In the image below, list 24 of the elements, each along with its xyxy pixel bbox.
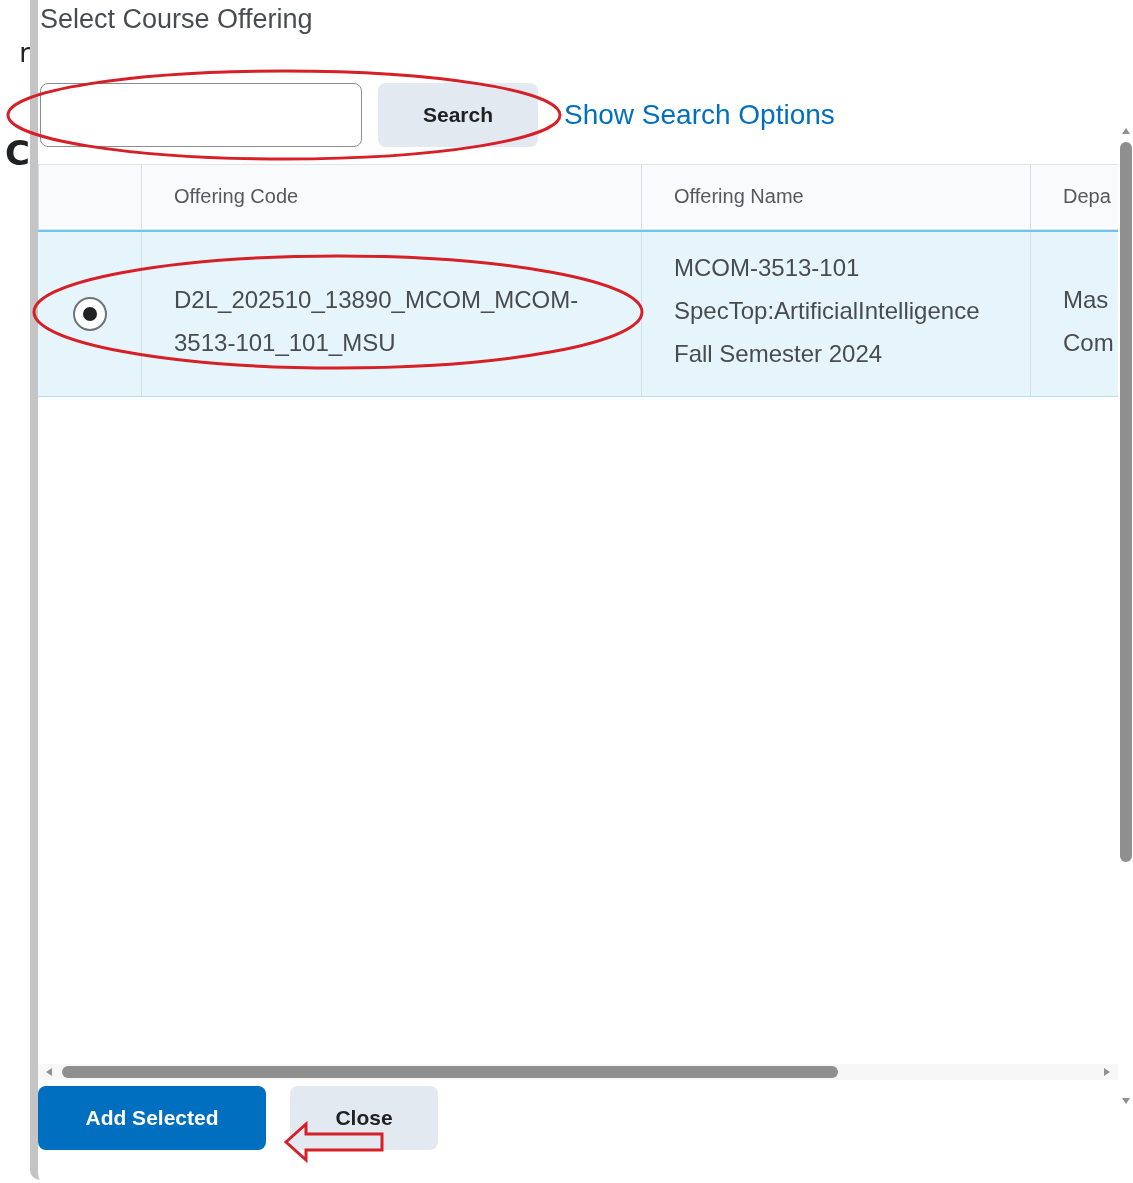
table-cell-text: Fall Semester 2024 bbox=[674, 339, 884, 370]
table-cell-text: SpecTop:ArtificialIntelligence bbox=[674, 296, 981, 327]
close-button[interactable]: Close bbox=[290, 1086, 438, 1150]
scroll-down-icon[interactable] bbox=[1120, 1096, 1131, 1106]
table-cell-text: D2L_202510_13890_MCOM_MCOM-3513-101_101_MSU bbox=[174, 284, 580, 358]
column-header: Offering Name bbox=[674, 184, 805, 209]
vertical-scrollbar[interactable] bbox=[1118, 126, 1133, 1106]
scroll-right-icon[interactable] bbox=[1102, 1067, 1112, 1077]
table-cell-text: Com bbox=[1063, 328, 1115, 358]
horizontal-scrollbar[interactable] bbox=[38, 1064, 1118, 1080]
dialog-title: Select Course Offering bbox=[39, 3, 314, 36]
search-button[interactable]: Search bbox=[378, 83, 538, 147]
text-fragment: r bbox=[19, 40, 30, 66]
scroll-left-icon[interactable] bbox=[44, 1067, 54, 1077]
radio-button[interactable] bbox=[72, 297, 107, 331]
column-header: Depa bbox=[1063, 184, 1112, 209]
add-selected-button[interactable]: Add Selected bbox=[38, 1086, 266, 1150]
search-field[interactable] bbox=[40, 83, 362, 147]
text-fragment: C bbox=[5, 136, 30, 170]
column-header: Offering Code bbox=[174, 184, 300, 209]
show-search-options-link[interactable]: Show Search Options bbox=[564, 99, 835, 131]
table-cell-text: Mas bbox=[1063, 284, 1110, 315]
scroll-up-icon[interactable] bbox=[1120, 126, 1131, 136]
table-cell-text: MCOM-3513-101 bbox=[674, 253, 861, 283]
